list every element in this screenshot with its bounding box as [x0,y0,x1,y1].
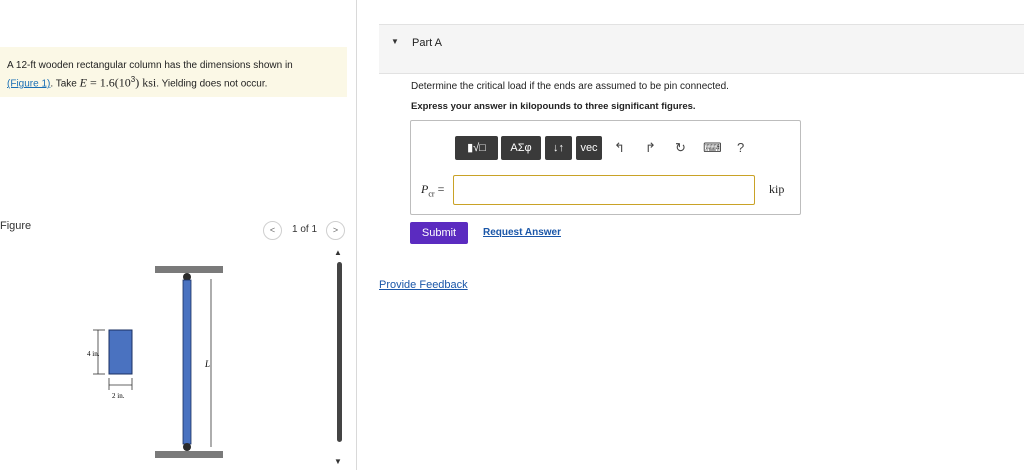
next-figure-button[interactable]: > [326,221,345,240]
greek-letters-button[interactable]: ΑΣφ [501,136,541,160]
figure-scrollbar[interactable] [337,262,342,442]
previous-figure-button[interactable]: < [263,221,282,240]
help-icon[interactable]: ? [737,140,744,155]
problem-text-part: . Take [50,78,80,90]
variable-label: Pcr = [421,182,444,198]
part-title: Part A [412,37,442,49]
length-label: L [204,359,210,369]
figure-label: Figure [0,220,32,232]
keyboard-icon[interactable]: ⌨ [703,140,722,156]
top-support [155,266,223,273]
figure-page-indicator: 1 of 1 [292,224,318,235]
figure-link[interactable]: (Figure 1) [7,78,50,89]
templates-button[interactable]: ▮√□ [455,136,498,160]
instruction-text: Express your answer in kilopounds to thr… [411,101,696,112]
dim-height-label: 4 in. [87,350,100,358]
request-answer-link[interactable]: Request Answer [483,227,561,238]
arrows-button[interactable]: ↓↑ [545,136,572,160]
part-a-header[interactable] [379,24,1024,74]
answer-input[interactable] [453,175,755,205]
problem-line1: A 12-ft wooden rectangular column has th… [7,60,293,71]
e-value: = 1.6(10 [86,75,131,90]
question-text: Determine the critical load if the ends … [411,81,729,92]
scroll-down-icon[interactable]: ▼ [334,457,342,466]
vec-button[interactable]: vec [576,136,602,160]
collapse-arrow-icon[interactable]: ▼ [391,37,399,46]
cross-section [108,329,133,375]
dim-width-label: 2 in. [112,392,125,400]
bottom-support [155,451,223,458]
chevron-left-icon: < [269,225,276,235]
bottom-pin [183,443,191,451]
undo-icon[interactable]: ↰ [614,140,625,156]
column-figure: 4 in. 2 in. L [87,266,223,458]
scroll-up-icon[interactable]: ▲ [334,248,342,257]
e-symbol: E [79,75,87,90]
reset-icon[interactable]: ↻ [675,140,686,156]
panel-divider [356,0,357,470]
redo-icon[interactable]: ↱ [645,140,656,156]
provide-feedback-link[interactable]: Provide Feedback [379,279,468,291]
chevron-right-icon: > [332,225,339,235]
equals-sign: = [434,182,445,196]
unit-label: kip [769,182,785,196]
column [182,279,192,445]
problem-statement: A 12-ft wooden rectangular column has th… [7,59,293,91]
submit-button[interactable]: Submit [410,222,468,244]
problem-line2-end: . Yielding does not occur. [156,78,268,90]
e-unit: ) ksi [135,75,157,90]
